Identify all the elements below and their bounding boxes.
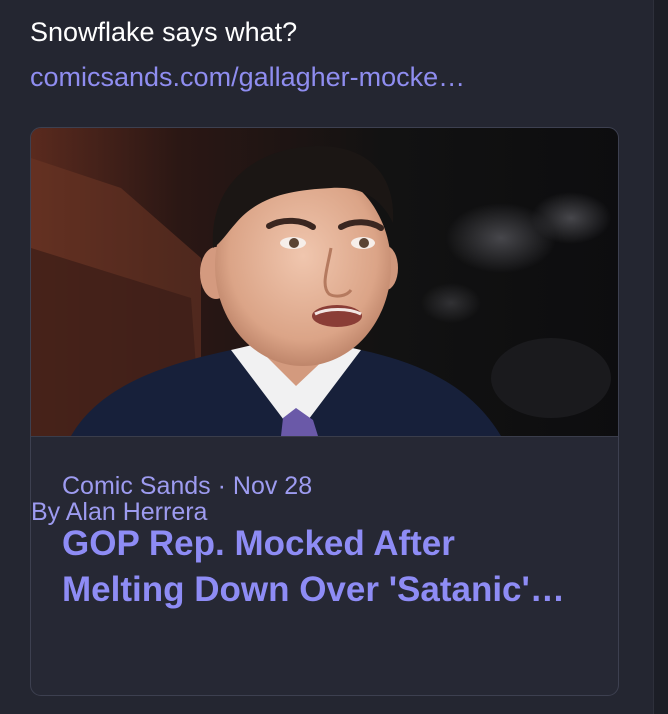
article-photo bbox=[31, 128, 618, 436]
card-body: Comic Sands · Nov 28 GOP Rep. Mocked Aft… bbox=[31, 436, 618, 695]
tweet-view: { "post": { "text": "Snowflake says what… bbox=[0, 0, 668, 714]
scrollbar-track[interactable] bbox=[653, 0, 668, 714]
meta-separator: · bbox=[217, 472, 226, 500]
post-link[interactable]: comicsands.com/gallagher-mocke… bbox=[30, 59, 465, 95]
article-thumbnail[interactable] bbox=[31, 128, 618, 436]
headline-line-2: Melting Down Over 'Satanic'… bbox=[62, 570, 565, 609]
article-byline: By Alan Herrera bbox=[31, 498, 208, 526]
post-text: Snowflake says what? bbox=[30, 17, 298, 47]
article-headline[interactable]: GOP Rep. Mocked After Melting Down Over … bbox=[62, 521, 592, 613]
publish-date: Nov 28 bbox=[232, 472, 313, 500]
link-preview-card[interactable]: Comic Sands · Nov 28 GOP Rep. Mocked Aft… bbox=[30, 127, 619, 696]
